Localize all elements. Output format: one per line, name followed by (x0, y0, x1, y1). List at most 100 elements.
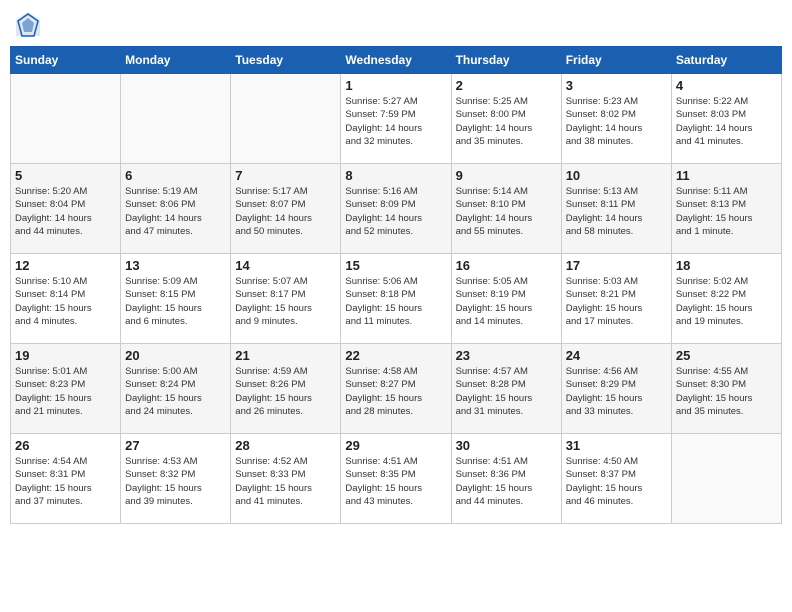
day-number: 18 (676, 258, 777, 273)
calendar-cell: 16Sunrise: 5:05 AM Sunset: 8:19 PM Dayli… (451, 254, 561, 344)
cell-info: Sunrise: 5:13 AM Sunset: 8:11 PM Dayligh… (566, 185, 667, 238)
day-number: 28 (235, 438, 336, 453)
day-number: 11 (676, 168, 777, 183)
calendar-cell: 1 Sunrise: 5:27 AM Sunset: 7:59 PM Daylig… (341, 74, 451, 164)
day-number: 10 (566, 168, 667, 183)
cell-info: Sunrise: 4:59 AM Sunset: 8:26 PM Dayligh… (235, 365, 336, 418)
calendar-cell: 14 Sunrise: 5:07 AM Sunset: 8:17 PM Dayli… (231, 254, 341, 344)
day-number: 1 (345, 78, 446, 93)
calendar-cell: 2Sunrise: 5:25 AM Sunset: 8:00 PM Daylig… (451, 74, 561, 164)
cell-info: Sunrise: 4:55 AM Sunset: 8:30 PM Dayligh… (676, 365, 777, 418)
calendar-cell: 29 Sunrise: 4:51 AM Sunset: 8:35 PM Dayli… (341, 434, 451, 524)
weekday-header-monday: Monday (121, 47, 231, 74)
day-number: 29 (345, 438, 446, 453)
calendar-cell: 24 Sunrise: 4:56 AM Sunset: 8:29 PM Dayli… (561, 344, 671, 434)
calendar-cell: 20Sunrise: 5:00 AM Sunset: 8:24 PM Dayli… (121, 344, 231, 434)
day-number: 31 (566, 438, 667, 453)
day-number: 19 (15, 348, 116, 363)
cell-info: Sunrise: 4:50 AM Sunset: 8:37 PM Dayligh… (566, 455, 667, 508)
calendar-cell: 22Sunrise: 4:58 AM Sunset: 8:27 PM Dayli… (341, 344, 451, 434)
day-number: 14 (235, 258, 336, 273)
calendar-cell: 13 Sunrise: 5:09 AM Sunset: 8:15 PM Dayli… (121, 254, 231, 344)
cell-info: Sunrise: 5:17 AM Sunset: 8:07 PM Dayligh… (235, 185, 336, 238)
day-number: 8 (345, 168, 446, 183)
day-number: 24 (566, 348, 667, 363)
day-number: 6 (125, 168, 226, 183)
cell-info: Sunrise: 5:23 AM Sunset: 8:02 PM Dayligh… (566, 95, 667, 148)
cell-info: Sunrise: 5:20 AM Sunset: 8:04 PM Dayligh… (15, 185, 116, 238)
calendar-body: 1 Sunrise: 5:27 AM Sunset: 7:59 PM Daylig… (11, 74, 782, 524)
calendar-cell: 31 Sunrise: 4:50 AM Sunset: 8:37 PM Dayli… (561, 434, 671, 524)
calendar-week-1: 1 Sunrise: 5:27 AM Sunset: 7:59 PM Daylig… (11, 74, 782, 164)
calendar-cell: 17 Sunrise: 5:03 AM Sunset: 8:21 PM Dayli… (561, 254, 671, 344)
calendar-cell: 18 Sunrise: 5:02 AM Sunset: 8:22 PM Dayli… (671, 254, 781, 344)
calendar-cell: 3 Sunrise: 5:23 AM Sunset: 8:02 PM Daylig… (561, 74, 671, 164)
logo-icon (14, 10, 42, 38)
day-number: 27 (125, 438, 226, 453)
day-number: 7 (235, 168, 336, 183)
calendar-week-2: 5Sunrise: 5:20 AM Sunset: 8:04 PM Daylig… (11, 164, 782, 254)
cell-info: Sunrise: 4:57 AM Sunset: 8:28 PM Dayligh… (456, 365, 557, 418)
calendar-cell: 11 Sunrise: 5:11 AM Sunset: 8:13 PM Dayli… (671, 164, 781, 254)
day-number: 30 (456, 438, 557, 453)
calendar-cell: 10 Sunrise: 5:13 AM Sunset: 8:11 PM Dayli… (561, 164, 671, 254)
calendar-cell: 8Sunrise: 5:16 AM Sunset: 8:09 PM Daylig… (341, 164, 451, 254)
calendar-cell: 6Sunrise: 5:19 AM Sunset: 8:06 PM Daylig… (121, 164, 231, 254)
calendar-cell: 9 Sunrise: 5:14 AM Sunset: 8:10 PM Daylig… (451, 164, 561, 254)
day-number: 15 (345, 258, 446, 273)
calendar-cell: 7 Sunrise: 5:17 AM Sunset: 8:07 PM Daylig… (231, 164, 341, 254)
calendar-cell: 15 Sunrise: 5:06 AM Sunset: 8:18 PM Dayli… (341, 254, 451, 344)
cell-info: Sunrise: 5:02 AM Sunset: 8:22 PM Dayligh… (676, 275, 777, 328)
logo (14, 10, 44, 38)
day-number: 3 (566, 78, 667, 93)
calendar-cell: 5Sunrise: 5:20 AM Sunset: 8:04 PM Daylig… (11, 164, 121, 254)
day-number: 23 (456, 348, 557, 363)
day-number: 4 (676, 78, 777, 93)
calendar-cell: 4 Sunrise: 5:22 AM Sunset: 8:03 PM Daylig… (671, 74, 781, 164)
calendar-cell: 25Sunrise: 4:55 AM Sunset: 8:30 PM Dayli… (671, 344, 781, 434)
calendar-cell (11, 74, 121, 164)
day-number: 2 (456, 78, 557, 93)
cell-info: Sunrise: 4:53 AM Sunset: 8:32 PM Dayligh… (125, 455, 226, 508)
cell-info: Sunrise: 5:09 AM Sunset: 8:15 PM Dayligh… (125, 275, 226, 328)
calendar-week-4: 19 Sunrise: 5:01 AM Sunset: 8:23 PM Dayli… (11, 344, 782, 434)
day-number: 21 (235, 348, 336, 363)
cell-info: Sunrise: 5:11 AM Sunset: 8:13 PM Dayligh… (676, 185, 777, 238)
page-header (10, 10, 782, 38)
calendar-cell: 12Sunrise: 5:10 AM Sunset: 8:14 PM Dayli… (11, 254, 121, 344)
cell-info: Sunrise: 4:56 AM Sunset: 8:29 PM Dayligh… (566, 365, 667, 418)
calendar-cell: 19 Sunrise: 5:01 AM Sunset: 8:23 PM Dayli… (11, 344, 121, 434)
day-number: 13 (125, 258, 226, 273)
calendar-cell: 26 Sunrise: 4:54 AM Sunset: 8:31 PM Dayli… (11, 434, 121, 524)
cell-info: Sunrise: 5:10 AM Sunset: 8:14 PM Dayligh… (15, 275, 116, 328)
cell-info: Sunrise: 5:07 AM Sunset: 8:17 PM Dayligh… (235, 275, 336, 328)
weekday-header-friday: Friday (561, 47, 671, 74)
cell-info: Sunrise: 4:51 AM Sunset: 8:35 PM Dayligh… (345, 455, 446, 508)
calendar-cell: 27 Sunrise: 4:53 AM Sunset: 8:32 PM Dayli… (121, 434, 231, 524)
cell-info: Sunrise: 5:01 AM Sunset: 8:23 PM Dayligh… (15, 365, 116, 418)
weekday-header-thursday: Thursday (451, 47, 561, 74)
calendar-week-3: 12Sunrise: 5:10 AM Sunset: 8:14 PM Dayli… (11, 254, 782, 344)
calendar-table: SundayMondayTuesdayWednesdayThursdayFrid… (10, 46, 782, 524)
calendar-header: SundayMondayTuesdayWednesdayThursdayFrid… (11, 47, 782, 74)
cell-info: Sunrise: 5:27 AM Sunset: 7:59 PM Dayligh… (345, 95, 446, 148)
weekday-header-saturday: Saturday (671, 47, 781, 74)
day-number: 17 (566, 258, 667, 273)
cell-info: Sunrise: 5:03 AM Sunset: 8:21 PM Dayligh… (566, 275, 667, 328)
calendar-cell: 30 Sunrise: 4:51 AM Sunset: 8:36 PM Dayli… (451, 434, 561, 524)
cell-info: Sunrise: 5:05 AM Sunset: 8:19 PM Dayligh… (456, 275, 557, 328)
calendar-cell (121, 74, 231, 164)
calendar-cell: 21 Sunrise: 4:59 AM Sunset: 8:26 PM Dayli… (231, 344, 341, 434)
day-number: 20 (125, 348, 226, 363)
day-number: 26 (15, 438, 116, 453)
cell-info: Sunrise: 5:14 AM Sunset: 8:10 PM Dayligh… (456, 185, 557, 238)
cell-info: Sunrise: 5:22 AM Sunset: 8:03 PM Dayligh… (676, 95, 777, 148)
day-number: 22 (345, 348, 446, 363)
weekday-row: SundayMondayTuesdayWednesdayThursdayFrid… (11, 47, 782, 74)
cell-info: Sunrise: 4:51 AM Sunset: 8:36 PM Dayligh… (456, 455, 557, 508)
weekday-header-wednesday: Wednesday (341, 47, 451, 74)
cell-info: Sunrise: 4:54 AM Sunset: 8:31 PM Dayligh… (15, 455, 116, 508)
cell-info: Sunrise: 4:52 AM Sunset: 8:33 PM Dayligh… (235, 455, 336, 508)
cell-info: Sunrise: 5:06 AM Sunset: 8:18 PM Dayligh… (345, 275, 446, 328)
day-number: 9 (456, 168, 557, 183)
